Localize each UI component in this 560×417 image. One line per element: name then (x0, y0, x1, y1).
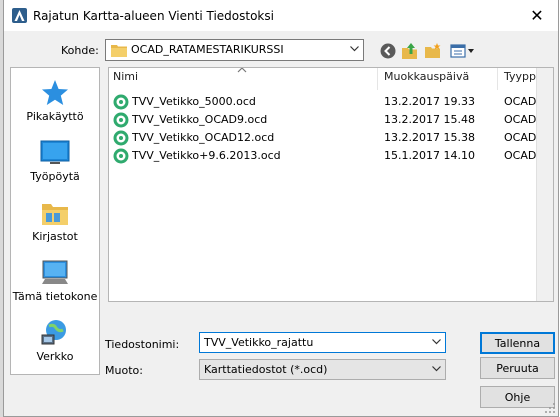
libraries-icon (42, 204, 68, 225)
filename-label: Tiedostonimi: (105, 338, 180, 351)
format-label: Muoto: (105, 364, 143, 377)
place-label: Pikakäyttö (26, 110, 84, 123)
format-dropdown[interactable]: Karttatiedostot (*.ocd) (199, 359, 446, 380)
filename-input[interactable]: TVV_Vetikko_rajattu (199, 332, 446, 353)
sort-ascending-icon (237, 68, 247, 73)
file-row[interactable]: TVV_Vetikko+9.6.2013.ocd 15.1.2017 14.10… (109, 147, 553, 165)
column-header-modified[interactable]: Muokkauspäivä (384, 70, 469, 90)
computer-icon (42, 260, 68, 284)
file-row[interactable]: TVV_Vetikko_5000.ocd 13.2.2017 19.33 OCA… (109, 93, 553, 111)
column-separator[interactable] (377, 68, 378, 90)
chevron-down-icon (349, 42, 359, 56)
column-header-name[interactable]: Nimi (113, 70, 138, 90)
file-list: Nimi Muokkauspäivä Tyyppi TVV_Vetikko_50… (108, 67, 554, 302)
view-menu-button[interactable] (449, 42, 477, 60)
file-type: OCAD 12 (504, 131, 538, 144)
file-row[interactable]: TVV_Vetikko_OCAD9.ocd 13.2.2017 15.48 OC… (109, 111, 553, 129)
file-name: TVV_Vetikko_OCAD12.ocd (132, 131, 275, 144)
place-desktop[interactable]: Työpöytä (11, 136, 99, 186)
close-button[interactable]: ✕ (518, 0, 556, 31)
desktop-icon (40, 140, 70, 164)
file-row[interactable]: TVV_Vetikko_OCAD12.ocd 13.2.2017 15.38 O… (109, 129, 553, 147)
back-arrow-icon (380, 43, 396, 59)
vertical-scrollbar[interactable] (536, 68, 553, 301)
place-quick-access[interactable]: Pikakäyttö (11, 76, 99, 126)
resize-grip-icon[interactable] (544, 402, 556, 414)
chevron-down-icon (431, 362, 441, 376)
place-label: Verkko (36, 350, 74, 363)
place-label: Tämä tietokone (12, 290, 98, 303)
save-button[interactable]: Tallenna (480, 332, 555, 354)
star-icon (42, 80, 68, 105)
place-label: Työpöytä (30, 170, 80, 183)
file-modified: 13.2.2017 15.38 (384, 131, 475, 144)
up-folder-button[interactable] (401, 42, 419, 60)
save-dialog: Rajatun Kartta-alueen Vienti Tiedostoksi… (3, 0, 559, 417)
file-modified: 15.1.2017 14.10 (384, 149, 475, 162)
location-dropdown[interactable]: OCAD_RATAMESTARIKURSSI (105, 39, 364, 61)
file-type: OCAD 12 (504, 113, 538, 126)
format-value: Karttatiedostot (*.ocd) (204, 363, 328, 376)
places-bar: Pikakäyttö Työpöytä Kirjastot Tämä tieto… (10, 67, 100, 375)
view-menu-icon (450, 44, 474, 58)
new-folder-icon (425, 43, 441, 58)
ocad-app-icon (12, 8, 27, 23)
chevron-down-icon[interactable] (431, 335, 441, 349)
column-header-type[interactable]: Tyyppi (504, 70, 539, 90)
file-modified: 13.2.2017 19.33 (384, 95, 475, 108)
ocad-file-icon (113, 112, 129, 128)
file-name: TVV_Vetikko_5000.ocd (132, 95, 256, 108)
ocad-file-icon (113, 94, 129, 110)
ocad-file-icon (113, 130, 129, 146)
place-this-pc[interactable]: Tämä tietokone (11, 256, 99, 306)
filename-value: TVV_Vetikko_rajattu (204, 336, 314, 349)
window-title: Rajatun Kartta-alueen Vienti Tiedostoksi (33, 9, 274, 23)
column-separator[interactable] (497, 68, 498, 90)
file-modified: 13.2.2017 15.48 (384, 113, 475, 126)
network-icon (41, 320, 66, 345)
file-name: TVV_Vetikko_OCAD9.ocd (132, 113, 268, 126)
file-name: TVV_Vetikko+9.6.2013.ocd (132, 149, 281, 162)
ocad-file-icon (113, 148, 129, 164)
location-label: Kohde: (61, 44, 99, 57)
back-button[interactable] (379, 42, 397, 60)
place-libraries[interactable]: Kirjastot (11, 196, 99, 246)
place-network[interactable]: Verkko (11, 316, 99, 366)
close-icon: ✕ (530, 6, 544, 25)
folder-icon (111, 45, 127, 57)
up-folder-icon (402, 43, 417, 59)
title-bar: Rajatun Kartta-alueen Vienti Tiedostoksi… (4, 0, 558, 31)
new-folder-button[interactable] (424, 42, 442, 60)
location-value: OCAD_RATAMESTARIKURSSI (131, 43, 284, 56)
file-type: OCAD 12 (504, 149, 538, 162)
cancel-button[interactable]: Peruuta (480, 357, 555, 379)
place-label: Kirjastot (32, 230, 78, 243)
file-type: OCAD 12 (504, 95, 538, 108)
